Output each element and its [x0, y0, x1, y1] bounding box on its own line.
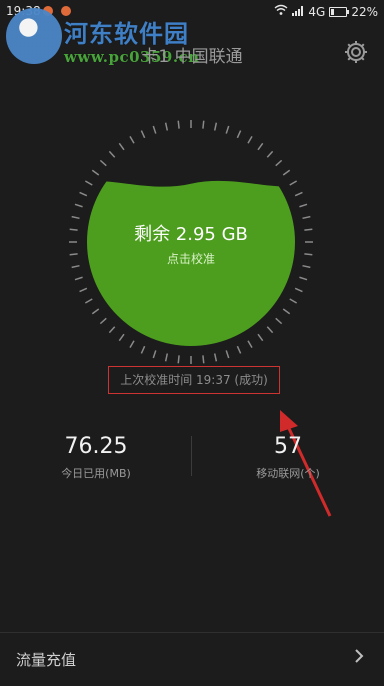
gauge-tick	[225, 125, 230, 134]
gauge-tick	[164, 122, 169, 131]
gauge-tick	[289, 298, 298, 304]
remaining-data: 剩余 2.95 GB	[134, 224, 248, 245]
gauge-tick	[302, 215, 311, 220]
recharge-row[interactable]: 流量充值	[0, 633, 384, 686]
gauge-tick	[304, 253, 313, 256]
gauge-tick	[69, 253, 78, 256]
gauge-tick	[294, 191, 303, 197]
gauge-tick	[289, 180, 298, 186]
gauge-tick	[79, 287, 88, 293]
gauge-tick	[299, 276, 308, 281]
gauge-tick	[91, 308, 100, 315]
usage-stats: 76.25 今日已用(MB) 57 移动联网(个)	[0, 430, 384, 500]
gauge-tick	[84, 180, 93, 186]
gauge-tick	[247, 135, 253, 144]
gauge-tick	[282, 169, 291, 176]
gauge-tick	[257, 142, 264, 151]
today-used-label: 今日已用(MB)	[61, 467, 131, 480]
gauge-tick	[299, 203, 308, 208]
gauge-tick	[71, 215, 80, 220]
gauge-tick	[152, 125, 157, 134]
today-used-stat[interactable]: 76.25 今日已用(MB)	[0, 430, 192, 481]
gauge-tick	[118, 333, 125, 342]
gauge-tick	[140, 130, 146, 139]
gauge-tick	[74, 203, 83, 208]
gauge-tick	[294, 287, 303, 293]
mobile-network-label: 移动联网(个)	[256, 467, 320, 480]
gauge-tick	[79, 191, 88, 197]
calibrate-button[interactable]: 点击校准	[141, 250, 241, 267]
mobile-network-stat[interactable]: 57 移动联网(个)	[192, 430, 384, 481]
gauge-tick	[177, 355, 180, 364]
recharge-label: 流量充值	[16, 651, 77, 669]
gauge-tick	[129, 340, 135, 349]
gauge-tick	[275, 317, 283, 325]
header: 卡1 中国联通	[0, 30, 384, 74]
gauge-tick	[99, 317, 107, 325]
gauge-tick	[266, 150, 274, 158]
gauge-tick	[302, 264, 311, 269]
gauge-tick	[282, 308, 291, 315]
today-used-value: 76.25	[64, 434, 128, 459]
gauge-tick	[152, 350, 157, 359]
gauge-tick	[202, 355, 205, 364]
gauge-tick	[84, 298, 93, 304]
gauge-tick	[164, 353, 169, 362]
gauge-tick	[129, 135, 135, 144]
gauge-tick	[213, 353, 218, 362]
gauge-tick	[140, 345, 146, 354]
gauge-tick	[108, 326, 116, 334]
gauge-tick	[225, 350, 230, 359]
gauge-tick	[99, 159, 107, 167]
battery-percent: 22%	[351, 4, 378, 19]
gauge-tick	[202, 120, 205, 129]
last-calibration-status: 上次校准时间 19:37 (成功)	[108, 366, 280, 394]
page-title: 卡1 中国联通	[141, 47, 243, 67]
settings-button[interactable]	[340, 36, 372, 68]
gauge-tick	[177, 120, 180, 129]
gauge-tick	[91, 169, 100, 176]
gauge-tick	[108, 150, 116, 158]
gauge-tick	[236, 130, 242, 139]
network-type: 4G	[308, 4, 326, 19]
arrow-icon	[350, 647, 368, 670]
gauge-tick	[257, 333, 264, 342]
gauge-tick	[247, 340, 253, 349]
gauge-tick	[118, 142, 125, 151]
gauge-tick	[74, 276, 83, 281]
battery-icon	[329, 6, 350, 17]
gear-icon	[340, 41, 372, 72]
gauge-tick	[236, 345, 242, 354]
gauge-tick	[71, 264, 80, 269]
gauge-tick	[275, 159, 283, 167]
gauge-tick	[213, 122, 218, 131]
gauge-tick	[266, 326, 274, 334]
data-gauge[interactable]: 剩余 2.95 GB 点击校准	[67, 118, 315, 366]
mobile-network-value: 57	[274, 434, 302, 459]
